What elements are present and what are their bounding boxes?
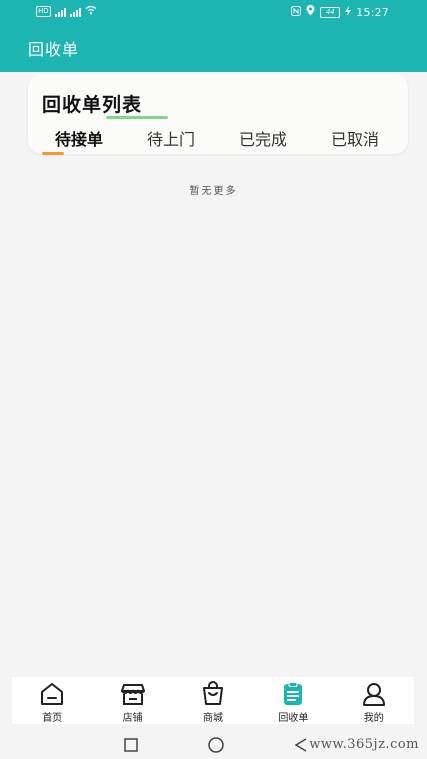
store-icon: [120, 681, 146, 707]
nav-item-store[interactable]: 店铺: [93, 677, 173, 724]
battery-icon: 44: [320, 6, 341, 18]
status-bar: HD 44 15:27: [0, 0, 427, 24]
card-title-text: 回收单列表: [42, 94, 143, 116]
bottom-nav: 首页 店铺 商城 回收单 我的: [12, 677, 414, 724]
home-icon: [39, 681, 65, 707]
clipboard-icon: [280, 681, 306, 707]
status-left: HD: [36, 5, 97, 18]
nav-label-home: 首页: [42, 713, 63, 724]
active-tab-indicator: [42, 152, 64, 155]
tab-cancelled[interactable]: 已取消: [331, 126, 379, 150]
app-header: HD 44 15:27 回收单: [0, 0, 427, 72]
watermark: www.365jz.com: [309, 737, 419, 752]
nav-label-recycle-orders: 回收单: [278, 713, 309, 724]
title-underline: [106, 116, 168, 119]
recent-apps-button[interactable]: [124, 737, 138, 756]
tab-pending[interactable]: 待接单: [55, 126, 103, 150]
nav-item-profile[interactable]: 我的: [334, 677, 414, 724]
nav-item-home[interactable]: 首页: [12, 677, 92, 724]
hd-badge: HD: [36, 6, 51, 17]
status-right: 44 15:27: [291, 5, 389, 19]
order-list-card: 回收单列表 待接单 待上门 已完成 已取消: [28, 74, 408, 154]
nav-item-recycle-orders[interactable]: 回收单: [253, 677, 333, 724]
user-icon: [361, 681, 387, 707]
nav-item-mall[interactable]: 商城: [173, 677, 253, 724]
wifi-icon: [85, 5, 97, 18]
tab-awaiting-visit[interactable]: 待上门: [147, 126, 195, 150]
nfc-icon: [291, 5, 302, 19]
back-button[interactable]: [294, 737, 308, 756]
tab-completed[interactable]: 已完成: [239, 126, 287, 150]
home-button[interactable]: [208, 737, 224, 757]
nav-label-mall: 商城: [202, 713, 223, 724]
card-title: 回收单列表: [42, 90, 168, 119]
nav-label-profile: 我的: [363, 713, 384, 724]
clock: 15:27: [356, 5, 389, 19]
status-tabs: 待接单 待上门 已完成 已取消: [28, 126, 408, 154]
charging-icon: [345, 5, 352, 19]
signal-icon: [69, 7, 81, 17]
location-icon: [306, 5, 315, 19]
nav-label-store: 店铺: [122, 713, 143, 724]
shopping-bag-icon: [200, 681, 226, 707]
page-title: 回收单: [28, 40, 80, 59]
signal-icon: [54, 7, 66, 17]
empty-state-text: 暂无更多: [189, 186, 238, 197]
